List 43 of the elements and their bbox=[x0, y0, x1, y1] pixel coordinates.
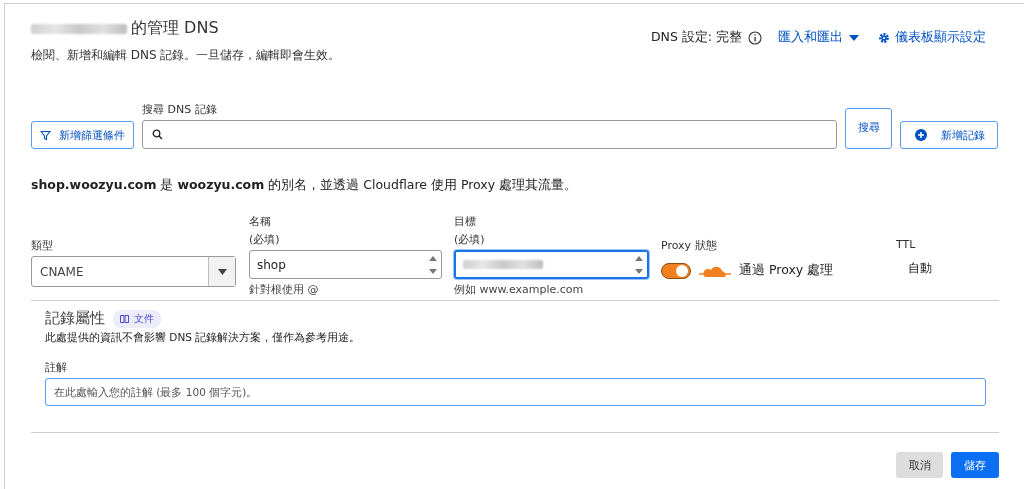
dns-setup-status: DNS 設定: 完整 bbox=[650, 29, 742, 46]
target-label: 目標 bbox=[454, 214, 477, 229]
plus-circle-icon bbox=[915, 129, 927, 141]
spinner-icon bbox=[635, 254, 643, 275]
ttl-value: 自動 bbox=[907, 260, 932, 277]
comment-label: 註解 bbox=[45, 361, 68, 375]
caret-icon bbox=[848, 33, 860, 42]
filter-icon bbox=[40, 129, 51, 141]
name-field[interactable]: shop bbox=[249, 250, 442, 279]
target-hint: 例如 www.example.com bbox=[454, 282, 585, 297]
add-filter-button[interactable]: 新增篩選條件 bbox=[31, 121, 134, 149]
proxy-toggle[interactable] bbox=[661, 262, 691, 279]
caret-icon bbox=[217, 268, 227, 275]
target-field[interactable] bbox=[454, 250, 649, 279]
search-label: 搜尋 DNS 記錄 bbox=[142, 102, 218, 117]
page-title: 的管理 DNS bbox=[131, 18, 219, 39]
spinner-icon bbox=[429, 254, 437, 275]
save-button[interactable]: 儲存 bbox=[951, 452, 999, 478]
import-export-link[interactable]: 匯入和匯出 bbox=[778, 29, 860, 46]
search-field[interactable] bbox=[142, 120, 837, 149]
proxy-status-text: 通過 Proxy 處理 bbox=[739, 262, 834, 279]
section-title: 記錄屬性 bbox=[45, 309, 105, 328]
search-button[interactable]: 搜尋 bbox=[845, 108, 892, 149]
add-record-button[interactable]: 新增記錄 bbox=[900, 121, 998, 149]
required-label: (必填) bbox=[454, 232, 486, 247]
gear-icon bbox=[878, 31, 890, 44]
comment-field[interactable]: 在此處輸入您的註解 (最多 100 個字元)。 bbox=[45, 378, 986, 406]
proxy-label: Proxy 狀態 bbox=[661, 238, 718, 253]
search-icon bbox=[152, 129, 163, 140]
name-label: 名稱 bbox=[249, 214, 272, 229]
info-icon[interactable] bbox=[748, 30, 762, 45]
cancel-button[interactable]: 取消 bbox=[896, 452, 943, 478]
alias-note: shop.woozyu.com 是 woozyu.com 的別名，並透過 Cloudflare 使用 Proxy 處理其流量。 bbox=[31, 177, 579, 194]
dashboard-settings-link[interactable]: 儀表板顯示設定 bbox=[878, 29, 986, 46]
type-select[interactable]: CNAME bbox=[31, 256, 236, 287]
type-label: 類型 bbox=[31, 238, 54, 253]
name-hint: 針對根使用 @ bbox=[249, 282, 320, 297]
page-subtitle: 檢閱、新增和編輯 DNS 記錄。一旦儲存，編輯即會生效。 bbox=[31, 47, 341, 64]
section-description: 此處提供的資訊不會影響 DNS 記錄解決方案，僅作為參考用途。 bbox=[45, 331, 362, 345]
book-icon bbox=[120, 314, 129, 323]
docs-link[interactable]: 文件 bbox=[113, 309, 161, 328]
required-label: (必填) bbox=[249, 232, 281, 247]
ttl-label: TTL bbox=[896, 238, 917, 251]
